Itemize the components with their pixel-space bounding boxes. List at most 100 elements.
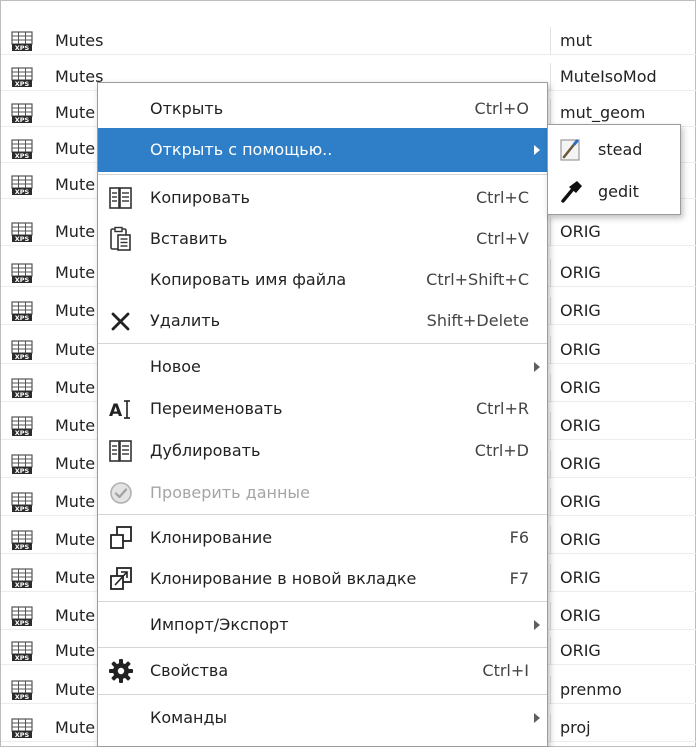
menu-item-shortcut: F7 bbox=[509, 569, 529, 588]
menu-separator bbox=[98, 694, 547, 695]
menu-item-shortcut: Ctrl+C bbox=[475, 188, 529, 207]
menu-item-new[interactable]: Новое bbox=[98, 345, 547, 389]
column-divider bbox=[550, 259, 551, 287]
menu-item-shortcut: Ctrl+O bbox=[474, 99, 529, 118]
menu-item-label: Открыть с помощью.. bbox=[150, 140, 333, 159]
svg-text:XPS: XPS bbox=[15, 188, 30, 196]
file-type: ORIG bbox=[560, 606, 601, 625]
file-name: Mute bbox=[55, 340, 96, 359]
xps-file-icon: XPS bbox=[11, 416, 33, 437]
xps-file-icon: XPS bbox=[11, 718, 33, 739]
menu-item-label: Клонирование bbox=[150, 528, 273, 547]
file-name: Mute bbox=[55, 568, 96, 587]
file-name: Mute bbox=[55, 222, 96, 241]
svg-text:XPS: XPS bbox=[15, 314, 30, 322]
column-divider bbox=[550, 297, 551, 325]
menu-separator bbox=[98, 343, 547, 344]
file-name: Mute bbox=[55, 139, 96, 158]
file-name: Mutes bbox=[55, 31, 104, 50]
column-divider bbox=[550, 714, 551, 742]
svg-text:XPS: XPS bbox=[15, 116, 30, 124]
submenu-item-label: stead bbox=[598, 140, 643, 159]
svg-text:XPS: XPS bbox=[15, 152, 30, 160]
menu-item-rename[interactable]: A Переименовать Ctrl+R bbox=[98, 387, 547, 431]
menu-item-shortcut: Ctrl+R bbox=[476, 399, 529, 418]
file-type: ORIG bbox=[560, 641, 601, 660]
column-divider bbox=[550, 412, 551, 440]
file-type: ORIG bbox=[560, 416, 601, 435]
svg-text:XPS: XPS bbox=[15, 731, 30, 739]
file-type: mut bbox=[560, 31, 592, 50]
menu-item-shortcut: Ctrl+D bbox=[474, 441, 529, 460]
duplicate-icon bbox=[108, 438, 134, 464]
menu-item-label: Копировать bbox=[150, 188, 250, 207]
copy-icon bbox=[108, 185, 134, 211]
file-name: Mute bbox=[55, 301, 96, 320]
menu-item-copy-filename[interactable]: Копировать имя файла Ctrl+Shift+C bbox=[98, 258, 547, 302]
file-name: Mute bbox=[55, 416, 96, 435]
file-name: Mute bbox=[55, 263, 96, 282]
menu-item-open-with[interactable]: Открыть с помощью.. bbox=[98, 128, 547, 172]
menu-item-paste[interactable]: Вставить Ctrl+V bbox=[98, 217, 547, 261]
xps-file-icon: XPS bbox=[11, 568, 33, 589]
file-name: Mute bbox=[55, 606, 96, 625]
xps-file-icon: XPS bbox=[11, 492, 33, 513]
menu-item-label: Переименовать bbox=[150, 399, 283, 418]
menu-item-clone[interactable]: Клонирование F6 bbox=[98, 516, 547, 560]
menu-item-label: Дублировать bbox=[150, 441, 261, 460]
xps-file-icon: XPS bbox=[11, 641, 33, 662]
check-data-icon bbox=[108, 480, 134, 506]
submenu-item-gedit[interactable]: gedit bbox=[548, 171, 680, 213]
column-divider bbox=[550, 374, 551, 402]
column-divider bbox=[550, 526, 551, 554]
submenu-item-label: gedit bbox=[598, 182, 639, 201]
column-divider bbox=[550, 99, 551, 127]
menu-item-clone-new-tab[interactable]: Клонирование в новой вкладке F7 bbox=[98, 557, 547, 601]
menu-item-import-export[interactable]: Импорт/Экспорт bbox=[98, 603, 547, 647]
open-with-submenu: stead gedit bbox=[547, 124, 681, 215]
stead-app-icon bbox=[558, 137, 584, 163]
column-divider bbox=[550, 676, 551, 704]
xps-file-icon: XPS bbox=[11, 222, 33, 243]
column-divider bbox=[550, 564, 551, 592]
file-type: ORIG bbox=[560, 340, 601, 359]
column-divider bbox=[550, 63, 551, 91]
xps-file-icon: XPS bbox=[11, 31, 33, 52]
file-name: Mute bbox=[55, 530, 96, 549]
menu-item-open[interactable]: Открыть Ctrl+O bbox=[98, 87, 547, 131]
menu-item-shortcut: Ctrl+I bbox=[482, 661, 529, 680]
menu-item-copy[interactable]: Копировать Ctrl+C bbox=[98, 176, 547, 220]
menu-separator bbox=[98, 514, 547, 515]
file-row[interactable]: XPS Mutes mut bbox=[1, 27, 696, 55]
svg-text:XPS: XPS bbox=[15, 619, 30, 627]
file-type: proj bbox=[560, 718, 591, 737]
xps-file-icon: XPS bbox=[11, 606, 33, 627]
column-divider bbox=[550, 602, 551, 630]
column-divider bbox=[550, 27, 551, 55]
menu-item-check-data: Проверить данные bbox=[98, 471, 547, 515]
menu-item-shortcut: Ctrl+V bbox=[476, 229, 529, 248]
svg-text:XPS: XPS bbox=[15, 429, 30, 437]
menu-item-duplicate[interactable]: Дублировать Ctrl+D bbox=[98, 429, 547, 473]
svg-text:XPS: XPS bbox=[15, 467, 30, 475]
column-divider bbox=[550, 637, 551, 665]
menu-item-properties[interactable]: Свойства Ctrl+I bbox=[98, 649, 547, 693]
column-divider bbox=[550, 336, 551, 364]
svg-text:XPS: XPS bbox=[15, 543, 30, 551]
menu-item-label: Новое bbox=[150, 357, 201, 376]
menu-item-commands[interactable]: Команды bbox=[98, 696, 547, 740]
xps-file-icon: XPS bbox=[11, 103, 33, 124]
file-name: Mute bbox=[55, 492, 96, 511]
xps-file-icon: XPS bbox=[11, 530, 33, 551]
menu-item-shortcut: Shift+Delete bbox=[426, 311, 529, 330]
submenu-item-stead[interactable]: stead bbox=[548, 129, 680, 171]
file-type: ORIG bbox=[560, 454, 601, 473]
file-type: mut_geom bbox=[560, 103, 646, 122]
column-divider bbox=[550, 488, 551, 516]
menu-item-label: Клонирование в новой вкладке bbox=[150, 569, 417, 588]
menu-item-label: Копировать имя файла bbox=[150, 270, 347, 289]
paste-icon bbox=[108, 226, 134, 252]
xps-file-icon: XPS bbox=[11, 340, 33, 361]
file-type: ORIG bbox=[560, 222, 601, 241]
menu-item-delete[interactable]: Удалить Shift+Delete bbox=[98, 299, 547, 343]
